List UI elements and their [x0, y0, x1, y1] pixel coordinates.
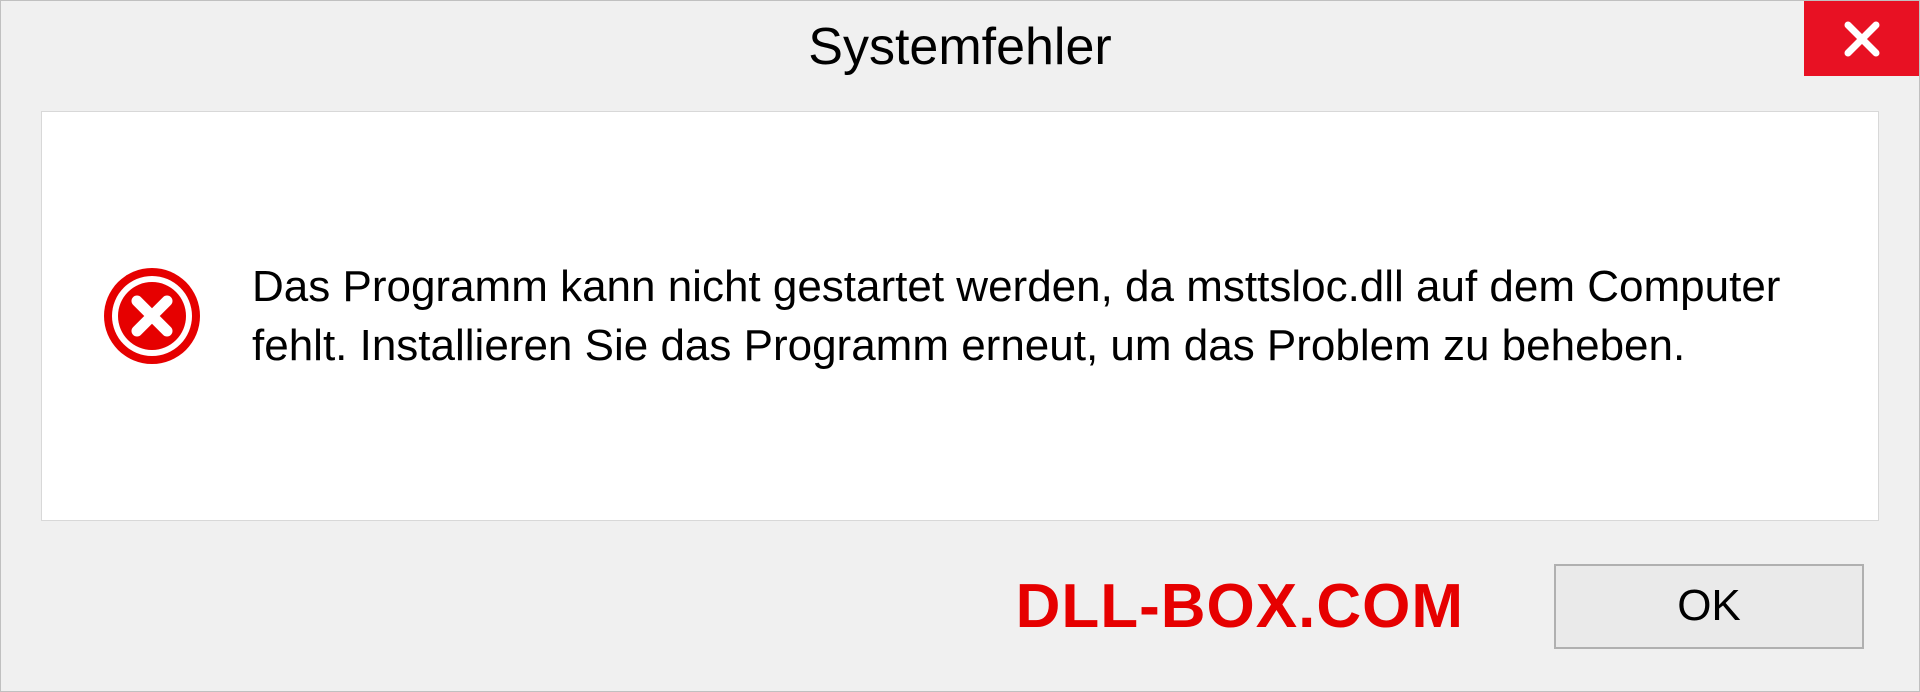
error-message: Das Programm kann nicht gestartet werden… [252, 257, 1818, 376]
watermark-text: DLL-BOX.COM [1016, 571, 1464, 642]
content-area: Das Programm kann nicht gestartet werden… [41, 111, 1879, 521]
error-dialog: Systemfehler Das Programm kann nicht ges… [0, 0, 1920, 692]
dialog-title: Systemfehler [808, 17, 1111, 77]
close-button[interactable] [1804, 1, 1919, 76]
ok-button[interactable]: OK [1554, 564, 1864, 649]
close-icon [1841, 18, 1883, 60]
error-icon [102, 266, 202, 366]
titlebar: Systemfehler [1, 1, 1919, 93]
dialog-footer: DLL-BOX.COM OK [1, 521, 1919, 691]
